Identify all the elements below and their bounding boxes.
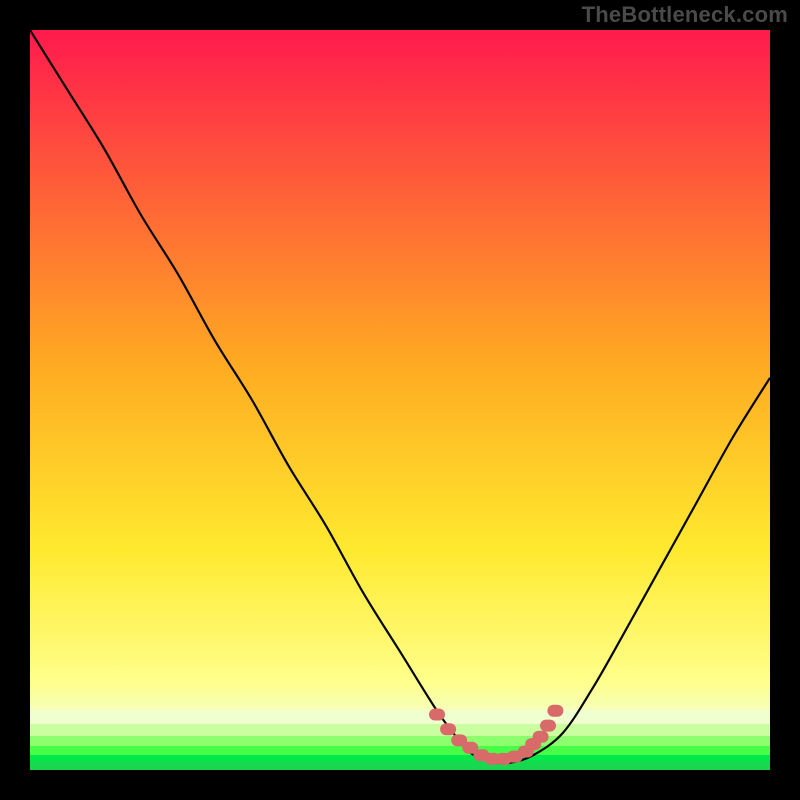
watermark-text: TheBottleneck.com [582,2,788,28]
plot-area [30,30,770,770]
marker-dot [429,709,445,721]
marker-dot [533,731,549,743]
bottleneck-curve [30,30,770,764]
chart-frame: TheBottleneck.com [0,0,800,800]
marker-dot [540,720,556,732]
marker-dot [440,723,456,735]
marker-group [429,705,563,765]
curve-layer [30,30,770,770]
marker-dot [547,705,563,717]
